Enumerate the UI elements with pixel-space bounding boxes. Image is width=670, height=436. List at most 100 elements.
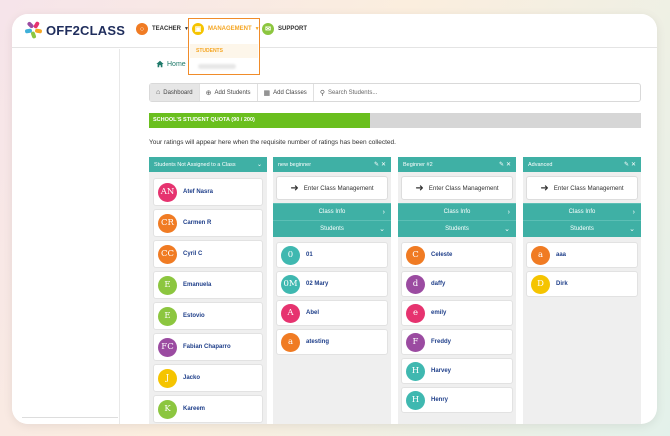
student-name[interactable]: Henry — [431, 397, 448, 403]
student-name[interactable]: Harvey — [431, 368, 451, 374]
logo-pinwheel-icon — [24, 20, 43, 39]
avatar: 0 — [281, 245, 300, 265]
chevron-right-icon: › — [507, 208, 510, 216]
class-column: Beginner #2 ✎ ✕ ➜ Enter Class Management Clas… — [398, 157, 516, 424]
students-label: Students — [570, 226, 594, 232]
student-name[interactable]: daffy — [431, 281, 445, 287]
chevron-down-icon[interactable]: ⌄ — [257, 161, 262, 168]
add-classes-label: Add Classes — [273, 89, 307, 96]
search-placeholder: Search Students... — [327, 89, 378, 96]
student-card[interactable]: d daffy — [401, 271, 513, 297]
student-card[interactable]: A Abel — [276, 300, 388, 326]
column-title: Advanced — [528, 161, 553, 168]
avatar: J — [158, 368, 177, 388]
edit-icon[interactable]: ✎ — [374, 161, 379, 168]
student-name[interactable]: Estovio — [183, 313, 205, 319]
student-name[interactable]: 02 Mary — [306, 281, 328, 287]
add-classes-button[interactable]: ▦ Add Classes — [258, 84, 314, 101]
student-card[interactable]: a aaa — [526, 242, 638, 268]
student-name[interactable]: Cyril C — [183, 251, 202, 257]
student-name[interactable]: atesting — [306, 339, 329, 345]
nav-support-label: SUPPORT — [278, 26, 308, 32]
student-card[interactable]: E Estovio — [153, 302, 263, 330]
students-toggle[interactable]: Students ⌄ — [398, 220, 516, 237]
student-name[interactable]: Emanuela — [183, 282, 211, 288]
students-label: Students — [320, 226, 344, 232]
student-card[interactable]: AN Atef Nasra — [153, 178, 263, 206]
student-name[interactable]: Abel — [306, 310, 319, 316]
student-name[interactable]: Kareem — [183, 406, 205, 412]
close-icon[interactable]: ✕ — [381, 161, 386, 168]
search-input[interactable]: ⚲ Search Students... — [314, 84, 640, 101]
student-name[interactable]: 01 — [306, 252, 313, 258]
student-name[interactable]: Jacko — [183, 375, 200, 381]
student-card[interactable]: K Kareem — [153, 395, 263, 423]
submenu-students[interactable]: STUDENTS — [190, 44, 258, 58]
student-name[interactable]: Fabian Chaparro — [183, 344, 231, 350]
ratings-note: Your ratings will appear here when the r… — [149, 139, 396, 146]
chevron-down-icon: ⌄ — [379, 226, 385, 233]
nav-management[interactable]: ▣ MANAGEMENT ▼ — [192, 23, 260, 35]
student-card[interactable]: F Freddy — [401, 329, 513, 355]
breadcrumb-home[interactable]: Home — [167, 61, 186, 68]
student-card[interactable]: CC Cyril C — [153, 240, 263, 268]
student-name[interactable]: Freddy — [431, 339, 451, 345]
enter-class-management-button[interactable]: ➜ Enter Class Management — [401, 176, 513, 200]
add-students-label: Add Students — [214, 89, 251, 96]
class-info-toggle[interactable]: Class Info › — [273, 203, 391, 220]
edit-icon[interactable]: ✎ — [499, 161, 504, 168]
nav-support[interactable]: ✉ SUPPORT — [262, 23, 307, 35]
student-name[interactable]: aaa — [556, 252, 566, 258]
students-label: Students — [445, 226, 469, 232]
class-info-label: Class Info — [318, 209, 346, 215]
close-icon[interactable]: ✕ — [506, 161, 511, 168]
student-card[interactable]: J Jacko — [153, 364, 263, 392]
search-icon: ⚲ — [319, 89, 325, 97]
nav-teacher[interactable]: ○ TEACHER ▼ — [136, 23, 189, 35]
student-card[interactable]: CR Carmen R — [153, 209, 263, 237]
chevron-right-icon: › — [382, 208, 385, 216]
student-card[interactable]: 0M 02 Mary — [276, 271, 388, 297]
student-name[interactable]: Atef Nasra — [183, 189, 213, 195]
student-card[interactable]: FC Fabian Chaparro — [153, 333, 263, 361]
plus-circle-icon: ⊕ — [205, 89, 212, 97]
enter-class-management-button[interactable]: ➜ Enter Class Management — [276, 176, 388, 200]
student-card[interactable]: D Dirk — [526, 271, 638, 297]
class-info-toggle[interactable]: Class Info › — [523, 203, 641, 220]
student-card[interactable]: 0 01 — [276, 242, 388, 268]
avatar: C — [406, 245, 425, 265]
column-header[interactable]: Students Not Assigned to a Class ⌄ — [149, 157, 267, 172]
student-card[interactable]: e emily — [401, 300, 513, 326]
student-name[interactable]: emily — [431, 310, 446, 316]
student-card[interactable]: a atesting — [276, 329, 388, 355]
breadcrumb[interactable]: Home — [156, 60, 186, 68]
avatar: CC — [158, 244, 177, 264]
avatar: F — [406, 332, 425, 352]
student-name[interactable]: Celeste — [431, 252, 452, 258]
unassigned-students-column: Students Not Assigned to a Class ⌄ AN Atef … — [149, 157, 267, 424]
students-toggle[interactable]: Students ⌄ — [273, 220, 391, 237]
student-card[interactable]: H Harvey — [401, 358, 513, 384]
close-icon[interactable]: ✕ — [631, 161, 636, 168]
student-quota-bar: SCHOOL'S STUDENT QUOTA (90 / 200) — [149, 113, 641, 128]
edit-icon[interactable]: ✎ — [624, 161, 629, 168]
student-card[interactable]: H Henry — [401, 387, 513, 413]
student-card[interactable]: C Celeste — [401, 242, 513, 268]
student-card[interactable]: E Emanuela — [153, 271, 263, 299]
student-name[interactable]: Carmen R — [183, 220, 211, 226]
submenu-blurred-item[interactable] — [198, 64, 236, 69]
tab-dashboard[interactable]: ⌂ Dashboard — [150, 84, 200, 101]
student-name[interactable]: Dirk — [556, 281, 568, 287]
class-info-label: Class Info — [443, 209, 471, 215]
enter-class-management-button[interactable]: ➜ Enter Class Management — [526, 176, 638, 200]
home-icon — [156, 60, 164, 68]
chevron-down-icon: ⌄ — [629, 226, 635, 233]
class-info-label: Class Info — [568, 209, 596, 215]
brand-logo[interactable]: OFF2CLASS — [24, 20, 125, 39]
students-toggle[interactable]: Students ⌄ — [523, 220, 641, 237]
class-info-toggle[interactable]: Class Info › — [398, 203, 516, 220]
avatar: 0M — [281, 274, 300, 294]
enter-class-management-label: Enter Class Management — [303, 184, 374, 192]
add-students-button[interactable]: ⊕ Add Students — [200, 84, 258, 101]
grid-icon: ▦ — [263, 89, 271, 97]
